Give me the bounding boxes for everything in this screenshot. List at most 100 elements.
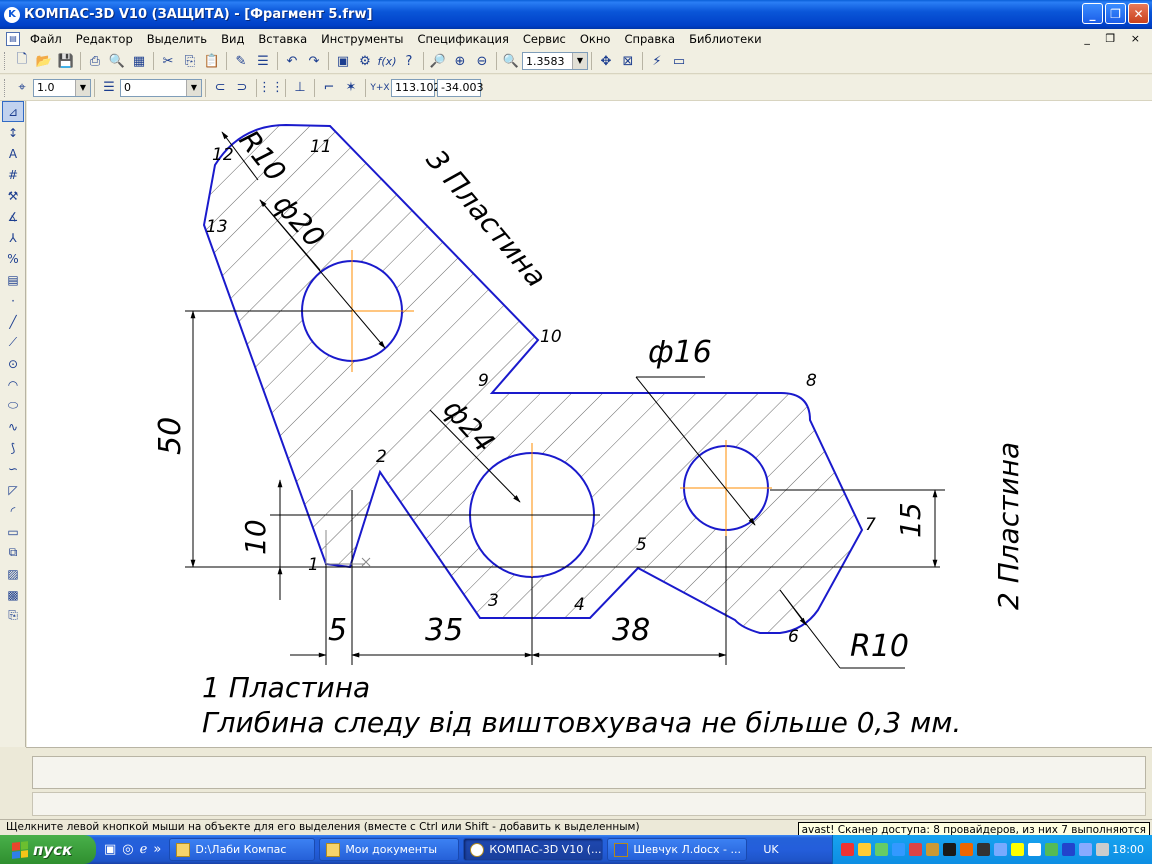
snap-magnet-icon[interactable]: ⊂: [209, 77, 231, 99]
volume-icon[interactable]: [1096, 843, 1109, 856]
properties-icon[interactable]: ☰: [252, 50, 274, 72]
tray-icon[interactable]: [1028, 843, 1041, 856]
copy-properties-icon[interactable]: ✎: [230, 50, 252, 72]
help-pointer-icon[interactable]: ?: [398, 50, 420, 72]
layers-icon[interactable]: ☰: [98, 77, 120, 99]
menu-view[interactable]: Вид: [221, 32, 244, 46]
parametrization-panel-icon[interactable]: ⚒: [2, 185, 24, 206]
measure-panel-icon[interactable]: ∡: [2, 206, 24, 227]
chevron-down-icon[interactable]: ▼: [75, 79, 90, 96]
task-my-documents[interactable]: Мои документы: [319, 838, 460, 861]
ellipse-icon[interactable]: ⬭: [2, 395, 24, 416]
coord-x-field[interactable]: 113.102: [391, 78, 441, 97]
pan-icon[interactable]: ✥: [595, 50, 617, 72]
tray-icon[interactable]: [841, 843, 854, 856]
continuous-input-icon[interactable]: ∿: [2, 416, 24, 437]
menu-service[interactable]: Сервис: [523, 32, 566, 46]
menu-file[interactable]: Файл: [30, 32, 62, 46]
dim-35-label[interactable]: 35: [425, 613, 463, 648]
open-folder-icon[interactable]: 📂: [33, 50, 55, 72]
tray-icon[interactable]: [858, 843, 871, 856]
dim-r10-bottom-label[interactable]: R10: [850, 629, 909, 664]
ortho-icon[interactable]: ⌐: [318, 77, 340, 99]
minimize-button[interactable]: _: [1082, 3, 1103, 24]
drawing-note[interactable]: Глибина следу від виштовхувача не більше…: [202, 706, 961, 739]
circle-icon[interactable]: ⊙: [2, 353, 24, 374]
tray-icon[interactable]: [926, 843, 939, 856]
macro-icon[interactable]: ⎘: [2, 605, 24, 626]
hatch-icon[interactable]: ▨: [2, 563, 24, 584]
tray-icon[interactable]: [994, 843, 1007, 856]
task-kompas[interactable]: КОМПАС-3D V10 (...: [463, 838, 604, 861]
more-chevron-icon[interactable]: »: [153, 842, 161, 857]
toolbar-grip[interactable]: [4, 78, 7, 97]
grid-icon[interactable]: ⋮⋮: [258, 77, 284, 99]
new-file-icon[interactable]: 🗋: [11, 50, 33, 72]
zoom-out-icon[interactable]: ⊖: [471, 50, 493, 72]
polyline-icon[interactable]: ⟆: [2, 437, 24, 458]
coord-y-field[interactable]: -34.003: [437, 78, 483, 97]
tray-icon[interactable]: [1011, 843, 1024, 856]
menu-insert[interactable]: Вставка: [258, 32, 307, 46]
document-manager-icon[interactable]: ▦: [128, 50, 150, 72]
tray-icon[interactable]: [977, 843, 990, 856]
tray-icon[interactable]: [1045, 843, 1058, 856]
language-indicator[interactable]: UK: [763, 843, 778, 856]
property-panel-bar[interactable]: [32, 756, 1146, 789]
annotations-panel-icon[interactable]: A: [2, 143, 24, 164]
tray-icon[interactable]: [909, 843, 922, 856]
mdi-controls[interactable]: _ ❐ ×: [1084, 32, 1146, 45]
undo-icon[interactable]: ↶: [281, 50, 303, 72]
maximize-button[interactable]: ❐: [1105, 3, 1126, 24]
layer-combo[interactable]: 0 ▼: [120, 78, 202, 97]
edit-panel-icon[interactable]: #: [2, 164, 24, 185]
tray-icon[interactable]: [1079, 843, 1092, 856]
zoom-in-icon[interactable]: ⊕: [449, 50, 471, 72]
zoom-window-icon[interactable]: 🔎: [427, 50, 449, 72]
dim-10-label[interactable]: 10: [239, 519, 272, 555]
dim-phi16-label[interactable]: ф16: [648, 335, 712, 370]
save-icon[interactable]: 💾: [55, 50, 77, 72]
cut-icon[interactable]: ✂: [157, 50, 179, 72]
task-word-document[interactable]: Шевчук Л.docx - ...: [607, 838, 748, 861]
internet-explorer-icon[interactable]: ℯ: [140, 842, 148, 857]
auxiliary-line-icon[interactable]: ╱: [2, 311, 24, 332]
associative-view-icon[interactable]: %: [2, 248, 24, 269]
zoom-combo[interactable]: 1.3583 ▼: [522, 52, 588, 70]
dim-50-label[interactable]: 50: [153, 417, 188, 455]
arc-icon[interactable]: ◠: [2, 374, 24, 395]
refresh-icon[interactable]: ⚡: [646, 50, 668, 72]
point-icon[interactable]: ·: [2, 290, 24, 311]
fillet-icon[interactable]: ◜: [2, 500, 24, 521]
dim-5-label[interactable]: 5: [328, 613, 347, 648]
segment-icon[interactable]: ⟋: [2, 332, 24, 353]
parametric-mode-icon[interactable]: ✶: [340, 77, 362, 99]
menu-editor[interactable]: Редактор: [76, 32, 133, 46]
show-all-icon[interactable]: ⊠: [617, 50, 639, 72]
chevron-down-icon[interactable]: ▼: [572, 53, 587, 69]
toolbar-grip[interactable]: [4, 52, 7, 70]
plate-2-label[interactable]: 2 Пластина: [992, 442, 1025, 610]
start-button[interactable]: пуск: [0, 835, 96, 864]
redo-icon[interactable]: ↷: [303, 50, 325, 72]
variables-icon[interactable]: f(x): [376, 50, 398, 72]
copy-icon[interactable]: ⎘: [179, 50, 201, 72]
tray-icon[interactable]: [943, 843, 956, 856]
drawing-canvas[interactable]: 50 10 15 5 35 38 ф20 ф24 ф16 R10 R10 3 П…: [27, 101, 1152, 747]
dim-15-label[interactable]: 15: [894, 502, 927, 538]
fill-icon[interactable]: ▩: [2, 584, 24, 605]
close-button[interactable]: ✕: [1128, 3, 1149, 24]
document-icon[interactable]: ▤: [6, 32, 20, 46]
local-cs-icon[interactable]: ⊥: [289, 77, 311, 99]
chevron-down-icon[interactable]: ▼: [186, 79, 201, 96]
bezier-icon[interactable]: ∽: [2, 458, 24, 479]
plate-1-label[interactable]: 1 Пластина: [202, 671, 370, 704]
menu-specification[interactable]: Спецификация: [417, 32, 508, 46]
tray-icon[interactable]: [960, 843, 973, 856]
library-manager-icon[interactable]: ⚙: [354, 50, 376, 72]
menu-libraries[interactable]: Библиотеки: [689, 32, 762, 46]
clock[interactable]: 18:00: [1112, 843, 1144, 856]
chamfer-icon[interactable]: ◸: [2, 479, 24, 500]
menu-window[interactable]: Окно: [580, 32, 611, 46]
tray-icon[interactable]: [1062, 843, 1075, 856]
